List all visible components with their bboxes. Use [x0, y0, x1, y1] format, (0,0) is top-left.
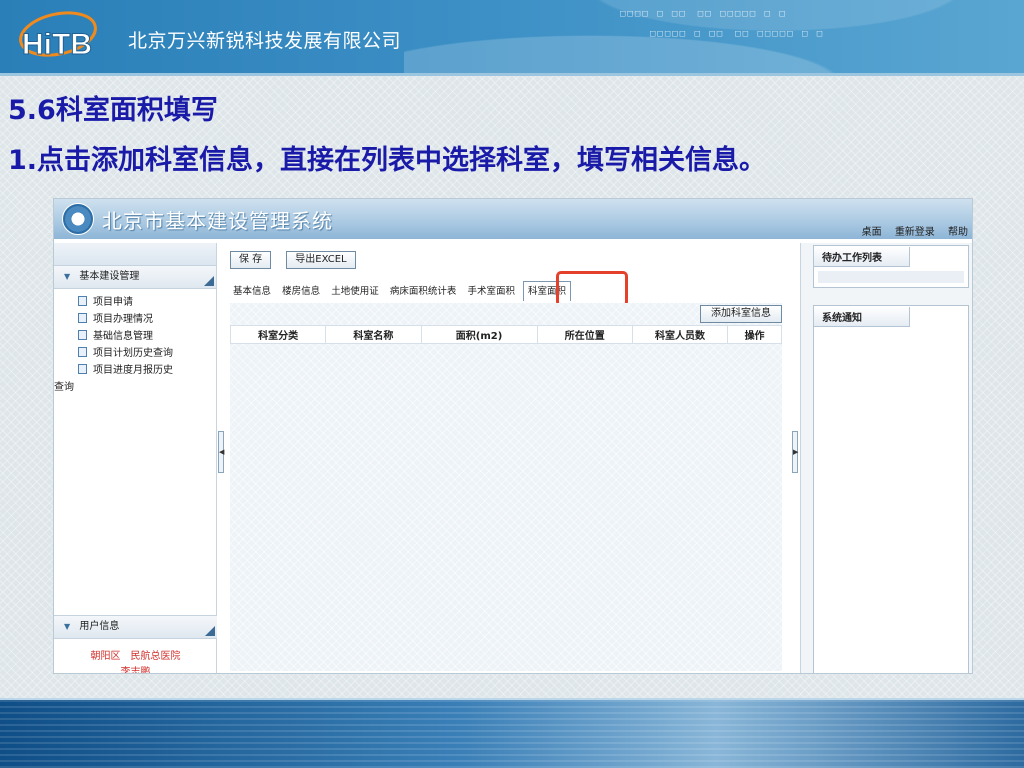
sidebar: ▼ 基本建设管理 项目申请 项目办理情况 基础信息管理 项目计划历史查询 项目进… [54, 243, 217, 674]
slide-instruction: 1.点击添加科室信息，直接在列表中选择科室，填写相关信息。 [8, 145, 767, 176]
highlight-annotation [556, 271, 628, 307]
user-info-section: ▼ 用户信息 朝阳区 民航总医院 李志鹏 [54, 615, 217, 674]
tab-basic-info[interactable]: 基本信息 [230, 282, 274, 302]
content-area: 添加科室信息 科室分类 科室名称 面积(m2) 所在位置 科室人员数 操作 [229, 303, 782, 671]
table-header-row: 科室分类 科室名称 面积(m2) 所在位置 科室人员数 操作 [229, 325, 782, 344]
sidebar-item-progress-history-tail[interactable]: 查询 [54, 380, 216, 397]
footer-stripes [0, 700, 1024, 768]
tab-land-certificate[interactable]: 土地使用证 [328, 282, 382, 302]
sidebar-section-construction[interactable]: ▼ 基本建设管理 [54, 265, 216, 289]
sidebar-item-label: 项目办理情况 [93, 314, 153, 325]
tab-building-info[interactable]: 楼房信息 [279, 282, 323, 302]
logo-text: HiTB [22, 28, 92, 61]
corner-triangle-icon [204, 276, 214, 286]
relogin-link[interactable]: 重新登录 [895, 227, 935, 238]
sidebar-section-user[interactable]: ▼ 用户信息 [54, 615, 217, 639]
column-header[interactable]: 科室分类 [229, 325, 327, 344]
top-links: 桌面 重新登录 帮助 [852, 223, 968, 238]
todo-body [818, 271, 964, 283]
sidebar-top-strip [54, 243, 216, 265]
header-dots-decoration: □□□□ □ □□ □□ □□□□□ □ □ [620, 9, 787, 19]
slide-footer-decoration [0, 698, 1024, 768]
company-name: 北京万兴新锐科技发展有限公司 [128, 30, 402, 52]
slide-header: HiTB 北京万兴新锐科技发展有限公司 □□□□ □ □□ □□ □□□□□ □… [0, 0, 1024, 76]
sidebar-item-label: 项目计划历史查询 [93, 348, 173, 359]
document-icon [78, 330, 87, 340]
tab-bar: 基本信息 楼房信息 土地使用证 病床面积统计表 手术室面积 科室面积 [230, 279, 572, 302]
app-emblem-icon [62, 203, 94, 235]
sidebar-item-progress-history[interactable]: 项目进度月报历史 [78, 363, 216, 380]
app-window: 北京市基本建设管理系统 桌面 重新登录 帮助 ▼ 基本建设管理 项目申请 项目办… [53, 198, 973, 674]
column-header[interactable]: 面积(m2) [420, 325, 538, 344]
user-organization: 朝阳区 民航总医院 [90, 651, 181, 662]
sidebar-item-basic-info[interactable]: 基础信息管理 [78, 329, 216, 346]
help-link[interactable]: 帮助 [948, 227, 968, 238]
corner-triangle-icon [205, 626, 215, 636]
right-panel: 待办工作列表 系统通知 [800, 243, 972, 673]
collapse-right-handle[interactable]: ▶ [792, 431, 798, 473]
tab-bed-area[interactable]: 病床面积统计表 [387, 282, 460, 302]
sidebar-section-label: 基本建设管理 [79, 271, 140, 282]
document-icon [78, 313, 87, 323]
main-content: 保 存 导出EXCEL 基本信息 楼房信息 土地使用证 病床面积统计表 手术室面… [224, 243, 790, 673]
sidebar-item-label: 项目进度月报历史 [93, 365, 173, 376]
slide-title: 5.6科室面积填写 [8, 95, 218, 126]
document-icon [78, 296, 87, 306]
department-table: 科室分类 科室名称 面积(m2) 所在位置 科室人员数 操作 [229, 325, 782, 344]
sidebar-section-label: 用户信息 [79, 621, 120, 632]
app-banner: 北京市基本建设管理系统 桌面 重新登录 帮助 [54, 199, 972, 239]
sidebar-item-project-apply[interactable]: 项目申请 [78, 295, 216, 312]
export-excel-button[interactable]: 导出EXCEL [286, 251, 356, 269]
sidebar-item-plan-history[interactable]: 项目计划历史查询 [78, 346, 216, 363]
sidebar-item-label: 项目申请 [93, 297, 133, 308]
user-name: 李志鹏 [120, 667, 151, 674]
column-header[interactable]: 科室名称 [325, 325, 422, 344]
tab-operating-room-area[interactable]: 手术室面积 [464, 282, 518, 302]
sidebar-item-label: 基础信息管理 [93, 331, 153, 342]
document-icon [78, 364, 87, 374]
expand-arrow-icon: ▼ [64, 272, 71, 281]
expand-arrow-icon: ▼ [64, 622, 71, 631]
notice-panel: 系统通知 [813, 305, 969, 673]
document-icon [78, 347, 87, 357]
app-title: 北京市基本建设管理系统 [102, 209, 333, 233]
sidebar-item-project-status[interactable]: 项目办理情况 [78, 312, 216, 329]
desktop-link[interactable]: 桌面 [862, 227, 882, 238]
toolbar: 保 存 导出EXCEL [230, 247, 366, 269]
save-button[interactable]: 保 存 [230, 251, 272, 269]
todo-title[interactable]: 待办工作列表 [814, 247, 910, 267]
column-header[interactable]: 操作 [727, 325, 782, 344]
add-department-button[interactable]: 添加科室信息 [700, 305, 782, 323]
company-logo: HiTB [18, 10, 118, 66]
header-dots-decoration: □□□□□ □ □□ □□ □□□□□ □ □ [650, 29, 825, 39]
todo-panel: 待办工作列表 [813, 245, 969, 288]
column-header[interactable]: 科室人员数 [631, 325, 729, 344]
sidebar-list: 项目申请 项目办理情况 基础信息管理 项目计划历史查询 项目进度月报历史 查询 [54, 289, 216, 397]
notice-title[interactable]: 系统通知 [814, 307, 910, 327]
user-info: 朝阳区 民航总医院 李志鹏 [54, 639, 217, 674]
column-header[interactable]: 所在位置 [536, 325, 633, 344]
